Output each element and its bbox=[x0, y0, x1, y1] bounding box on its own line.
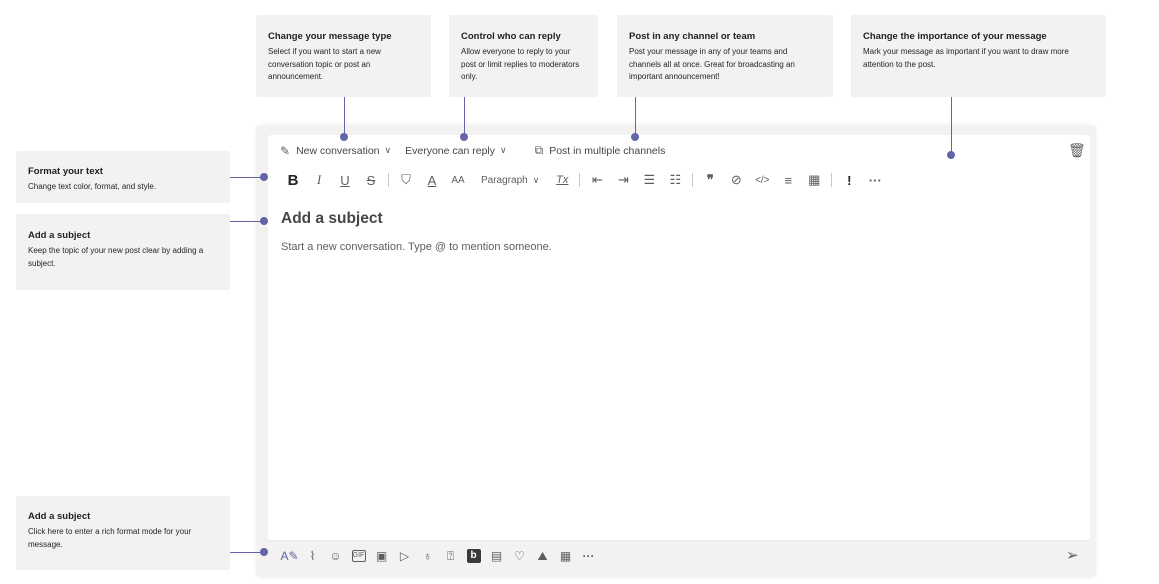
callout-body: Keep the topic of your new post clear by… bbox=[28, 246, 204, 268]
edit-icon: ✎ bbox=[280, 143, 291, 158]
toolbar-divider bbox=[692, 173, 694, 187]
toolbar-divider bbox=[831, 173, 833, 187]
compose-area[interactable] bbox=[268, 135, 1090, 540]
emoji-icon[interactable]: ☺ bbox=[324, 549, 347, 563]
copy-icon: ⧉ bbox=[534, 143, 544, 157]
format-icon[interactable]: A✎ bbox=[278, 549, 301, 563]
more-icon[interactable]: ··· bbox=[577, 549, 600, 563]
callout-who-can-reply: Control who can reply Allow everyone to … bbox=[449, 15, 598, 97]
underline-button[interactable]: U bbox=[332, 173, 358, 188]
connector-dot bbox=[631, 133, 639, 141]
clear-format-button[interactable]: Tx bbox=[549, 174, 575, 186]
toolbar-divider bbox=[579, 173, 581, 187]
strikethrough-button[interactable]: S bbox=[358, 173, 384, 188]
decrease-indent-button[interactable]: ⇤ bbox=[584, 172, 610, 188]
italic-button[interactable]: I bbox=[306, 172, 332, 188]
table-button[interactable]: ▦ bbox=[801, 172, 827, 188]
horizontal-rule-button[interactable]: ≡ bbox=[775, 173, 801, 188]
callout-title: Post in any channel or team bbox=[629, 31, 756, 42]
heart-icon[interactable]: ♡ bbox=[508, 549, 531, 563]
bold-button[interactable]: B bbox=[280, 172, 306, 189]
attach-icon[interactable]: ⌇ bbox=[301, 549, 324, 563]
callout-add-subject: Add a subject Keep the topic of your new… bbox=[16, 214, 230, 290]
callout-title: Control who can reply bbox=[461, 31, 561, 42]
more-options-button[interactable]: ··· bbox=[862, 173, 888, 188]
callout-body: Mark your message as important if you wa… bbox=[863, 47, 1069, 69]
chevron-down-icon: ∨ bbox=[384, 145, 392, 155]
sticker-icon[interactable]: ▣ bbox=[370, 549, 393, 563]
callout-title: Add a subject bbox=[28, 511, 91, 522]
send-icon[interactable]: ➢ bbox=[1066, 546, 1079, 564]
format-toolbar: B I U S ⛉ A AA Paragraph ∨ Tx ⇤ ⇥ ☰ ☷ ❞ … bbox=[280, 170, 888, 190]
connector-line bbox=[344, 97, 345, 137]
gif-icon[interactable]: GIF bbox=[351, 550, 366, 562]
connector-dot bbox=[340, 133, 348, 141]
message-body-input[interactable]: Start a new conversation. Type @ to ment… bbox=[281, 241, 552, 253]
new-conversation-dropdown[interactable]: ✎ New conversation ∨ bbox=[280, 144, 391, 158]
who-can-reply-dropdown[interactable]: Everyone can reply ∨ bbox=[405, 145, 506, 157]
numbered-list-button[interactable]: ☷ bbox=[662, 172, 688, 188]
font-size-button[interactable]: AA bbox=[445, 175, 471, 186]
subject-input[interactable]: Add a subject bbox=[281, 210, 383, 228]
connector-line bbox=[951, 97, 952, 155]
font-color-button[interactable]: A bbox=[419, 173, 445, 188]
connector-dot bbox=[260, 217, 268, 225]
code-button[interactable]: </> bbox=[749, 175, 775, 186]
post-multiple-label: Post in multiple channels bbox=[549, 144, 666, 157]
highlight-button[interactable]: ⛉ bbox=[393, 172, 419, 188]
callout-body: Click here to enter a rich format mode f… bbox=[28, 527, 192, 549]
image-icon[interactable]: ⛰ bbox=[531, 549, 554, 564]
forms-icon[interactable]: ▤ bbox=[485, 549, 508, 563]
who-can-reply-label: Everyone can reply bbox=[405, 144, 496, 157]
link-button[interactable]: ⊘ bbox=[723, 172, 749, 188]
post-options-row: ✎ New conversation ∨ Everyone can reply … bbox=[280, 143, 679, 158]
new-conversation-label: New conversation bbox=[296, 144, 380, 157]
callout-body: Select if you want to start a new conver… bbox=[268, 47, 381, 81]
callout-title: Change the importance of your message bbox=[863, 31, 1047, 42]
trash-icon[interactable]: 🗑 bbox=[1068, 142, 1086, 159]
connector-line bbox=[230, 177, 262, 178]
chevron-down-icon: ∨ bbox=[500, 145, 507, 155]
connector-dot bbox=[260, 173, 268, 181]
callout-post-channels: Post in any channel or team Post your me… bbox=[617, 15, 833, 97]
callout-body: Allow everyone to reply to your post or … bbox=[461, 47, 580, 81]
toolbar-divider bbox=[388, 173, 389, 187]
connector-dot bbox=[260, 548, 268, 556]
callout-title: Format your text bbox=[28, 166, 103, 177]
callout-body: Change text color, format, and style. bbox=[28, 182, 157, 191]
increase-indent-button[interactable]: ⇥ bbox=[610, 172, 636, 188]
callout-rich-format: Add a subject Click here to enter a rich… bbox=[16, 496, 230, 570]
callout-importance: Change the importance of your message Ma… bbox=[851, 15, 1106, 97]
quote-button[interactable]: ❞ bbox=[697, 172, 723, 188]
footer-toolbar: A✎ ⌇ ☺ GIF ▣ ▷ ♁ ⍰ b ▤ ♡ ⛰ ▦ ··· bbox=[278, 545, 600, 567]
important-button[interactable]: ! bbox=[836, 173, 862, 188]
praise-icon[interactable]: ♁ bbox=[416, 549, 439, 563]
callout-message-type: Change your message type Select if you w… bbox=[256, 15, 431, 97]
callout-title: Change your message type bbox=[268, 31, 392, 42]
bulleted-list-button[interactable]: ☰ bbox=[636, 172, 662, 188]
callout-body: Post your message in any of your teams a… bbox=[629, 47, 795, 81]
paragraph-label: Paragraph bbox=[481, 174, 528, 186]
callout-format-text: Format your text Change text color, form… bbox=[16, 151, 230, 203]
paragraph-dropdown[interactable]: Paragraph ∨ bbox=[471, 175, 549, 186]
chevron-down-icon: ∨ bbox=[532, 174, 540, 185]
bing-icon[interactable]: b bbox=[466, 549, 481, 563]
meet-now-icon[interactable]: ▷ bbox=[393, 549, 416, 563]
apps-icon[interactable]: ▦ bbox=[554, 549, 577, 563]
connector-dot bbox=[460, 133, 468, 141]
connector-line bbox=[635, 97, 636, 137]
connector-line bbox=[230, 221, 262, 222]
post-multiple-channels-button[interactable]: ⧉ Post in multiple channels bbox=[535, 143, 666, 158]
connector-line bbox=[464, 97, 465, 137]
stream-icon[interactable]: ⍰ bbox=[439, 549, 462, 564]
connector-line bbox=[230, 552, 262, 553]
connector-dot bbox=[947, 151, 955, 159]
callout-title: Add a subject bbox=[28, 230, 91, 241]
